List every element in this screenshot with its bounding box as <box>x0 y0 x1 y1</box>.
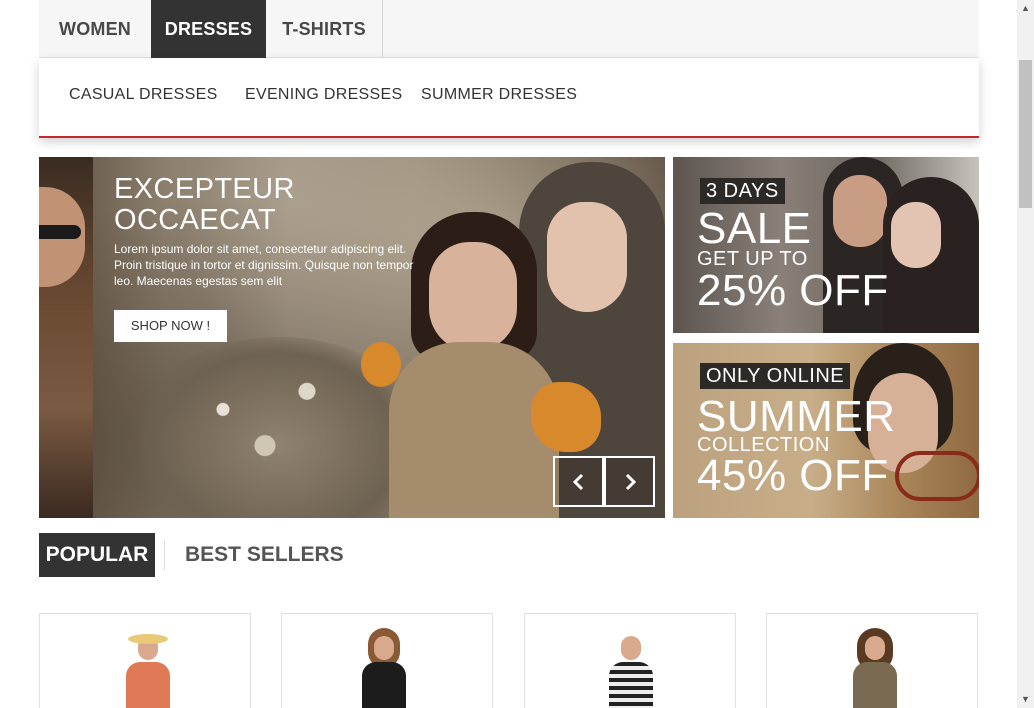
product-card[interactable] <box>281 613 493 708</box>
summer-tag: ONLY ONLINE <box>700 363 851 389</box>
top-menu: WOMEN DRESSES T-SHIRTS <box>39 0 979 58</box>
dresses-submenu: CASUAL DRESSES EVENING DRESSES SUMMER DR… <box>39 58 979 138</box>
product-image[interactable] <box>354 628 414 708</box>
homepage-slider: EXCEPTEUR OCCAECAT Lorem ipsum dolor sit… <box>39 157 665 518</box>
shop-now-button[interactable]: SHOP NOW ! <box>114 310 227 342</box>
tab-divider <box>164 540 165 570</box>
summer-offer: 45% OFF <box>697 451 889 500</box>
slide-photo-mitten <box>531 382 601 452</box>
submenu-item-casual-dresses[interactable]: CASUAL DRESSES <box>69 86 218 104</box>
slide-photo-woman-scarf <box>389 212 559 518</box>
sale-tag: 3 DAYS <box>700 178 785 204</box>
menu-tab-women[interactable]: WOMEN <box>39 0 151 58</box>
product-card[interactable] <box>766 613 978 708</box>
slide-photo-mitten-small <box>361 342 401 387</box>
product-image[interactable] <box>118 628 178 708</box>
scroll-up-arrow-icon[interactable]: ▲ <box>1017 0 1034 17</box>
scroll-down-arrow-icon[interactable]: ▼ <box>1017 691 1034 708</box>
product-card[interactable] <box>39 613 251 708</box>
slider-prev-button[interactable] <box>553 456 604 507</box>
page-scrollbar[interactable]: ▲ ▼ <box>1017 0 1034 708</box>
slide-photo-man-edge <box>39 157 93 518</box>
summer-headline: SUMMER <box>697 392 896 441</box>
sale-offer: 25% OFF <box>697 266 889 315</box>
sale-banner[interactable]: 3 DAYS SALE GET UP TO 25% OFF <box>673 157 979 333</box>
chevron-left-icon <box>572 473 584 491</box>
scrollbar-thumb[interactable] <box>1019 60 1032 208</box>
submenu-item-summer-dresses[interactable]: SUMMER DRESSES <box>421 86 577 104</box>
chevron-right-icon <box>625 473 637 491</box>
tab-popular[interactable]: POPULAR <box>39 533 155 577</box>
submenu-item-evening-dresses[interactable]: EVENING DRESSES <box>245 86 402 104</box>
sale-headline: SALE <box>697 204 812 253</box>
summer-banner[interactable]: ONLY ONLINE SUMMER COLLECTION 45% OFF <box>673 343 979 518</box>
menu-tab-dresses[interactable]: DRESSES <box>151 0 266 58</box>
slide-title: EXCEPTEUR OCCAECAT <box>114 173 295 236</box>
slide-description: Lorem ipsum dolor sit amet, consectetur … <box>114 242 414 288</box>
banner-photo-sunglasses <box>895 451 979 501</box>
product-card[interactable] <box>524 613 736 708</box>
slider-next-button[interactable] <box>604 456 655 507</box>
tab-best-sellers[interactable]: BEST SELLERS <box>185 533 344 577</box>
product-image[interactable] <box>601 628 661 708</box>
menu-tab-tshirts[interactable]: T-SHIRTS <box>266 0 383 58</box>
product-image[interactable] <box>845 628 905 708</box>
